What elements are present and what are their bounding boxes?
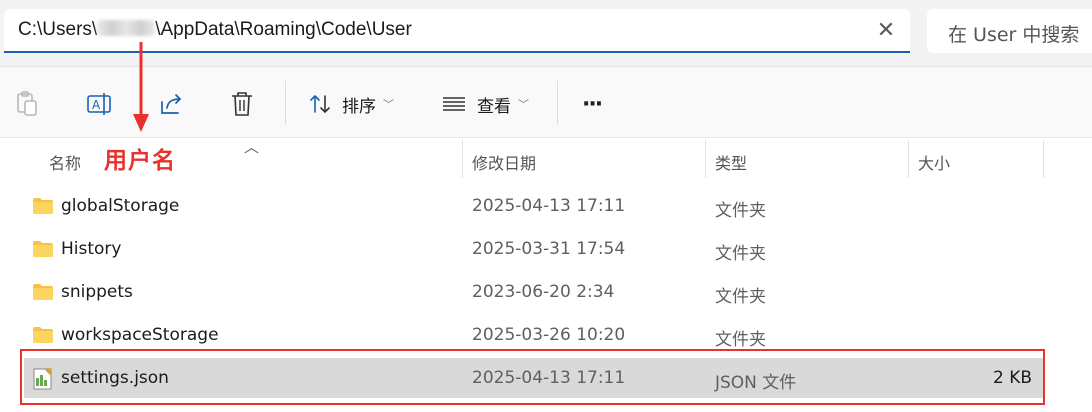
folder-icon [33, 241, 53, 257]
column-name[interactable]: 名称 [49, 150, 81, 174]
chevron-down-icon: ﹀ [518, 98, 529, 111]
close-icon[interactable]: ✕ [872, 17, 900, 45]
folder-icon [33, 198, 53, 214]
column-divider[interactable] [462, 140, 463, 178]
address-path-prefix: C:\Users\ [18, 19, 98, 40]
toolbar-divider [557, 81, 558, 125]
svg-text:A: A [92, 98, 101, 112]
more-options-button[interactable]: ··· [582, 87, 603, 121]
list-item[interactable]: snippets 2023-06-20 2:34 文件夹 [24, 272, 1044, 312]
column-date[interactable]: 修改日期 [472, 150, 536, 174]
share-button[interactable] [158, 87, 186, 121]
address-path-suffix: \AppData\Roaming\Code\User [155, 19, 412, 40]
column-divider[interactable] [908, 140, 909, 178]
annotation-arrow [133, 42, 149, 132]
command-bar: A 排序 ﹀ 查看 ﹀ ··· [0, 67, 1092, 138]
file-name: History [61, 239, 122, 259]
list-item[interactable]: globalStorage 2025-04-13 17:11 文件夹 [24, 186, 1044, 226]
file-name: snippets [61, 282, 133, 302]
sort-button[interactable]: 排序 ﹀ [308, 87, 394, 121]
file-type: 文件夹 [715, 330, 766, 350]
paste-button[interactable] [14, 87, 40, 121]
delete-icon [232, 92, 252, 116]
redacted-username [97, 20, 156, 36]
file-type: 文件夹 [715, 201, 766, 221]
more-icon: ··· [582, 91, 603, 117]
file-type: 文件夹 [715, 287, 766, 307]
file-name: workspaceStorage [61, 325, 219, 345]
file-date: 2025-04-13 17:11 [472, 196, 626, 216]
search-placeholder: 在 User 中搜索 [948, 24, 1080, 46]
view-button[interactable]: 查看 ﹀ [441, 87, 529, 121]
view-label: 查看 [477, 96, 511, 117]
file-date: 2023-06-20 2:34 [472, 282, 615, 302]
folder-icon [33, 284, 53, 300]
file-date: 2025-03-26 10:20 [472, 325, 626, 345]
toolbar-divider [285, 81, 286, 125]
delete-button[interactable] [229, 87, 255, 121]
column-type[interactable]: 类型 [715, 150, 747, 174]
highlight-box [20, 349, 1045, 405]
folder-icon [33, 327, 53, 343]
address-toolbar: C:\Users\ \AppData\Roaming\Code\User ✕ 在 … [0, 0, 1092, 67]
chevron-down-icon: ﹀ [383, 98, 394, 111]
sort-ascending-icon: ︿ [244, 138, 260, 156]
list-item[interactable]: History 2025-03-31 17:54 文件夹 [24, 229, 1044, 269]
share-icon [161, 94, 181, 114]
sort-label: 排序 [342, 96, 376, 117]
username-annotation: 用户名 [104, 148, 176, 174]
search-input[interactable]: 在 User 中搜索 [927, 9, 1092, 53]
file-name: globalStorage [61, 196, 180, 216]
column-divider[interactable] [705, 140, 706, 178]
column-size[interactable]: 大小 [918, 150, 950, 174]
rename-button[interactable]: A [86, 87, 114, 121]
file-type: 文件夹 [715, 244, 766, 264]
address-path[interactable]: C:\Users\ \AppData\Roaming\Code\User [18, 19, 412, 41]
paste-icon [17, 91, 37, 116]
sort-icon [310, 95, 330, 113]
view-icon [443, 97, 465, 111]
column-divider[interactable] [1043, 140, 1044, 178]
file-date: 2025-03-31 17:54 [472, 239, 626, 259]
rename-icon: A [87, 93, 111, 115]
